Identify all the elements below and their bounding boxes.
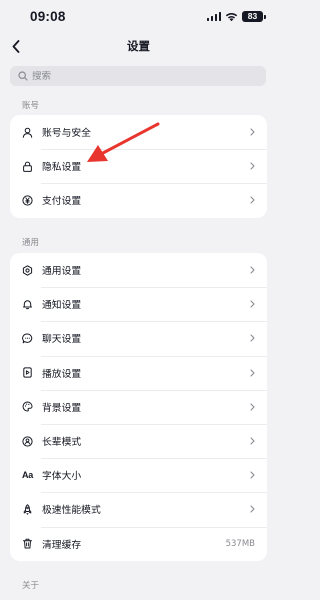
chevron-right-icon	[249, 265, 255, 275]
settings-item-label: 极速性能模式	[42, 505, 101, 517]
settings-item-label: 隐私设置	[42, 162, 82, 174]
status-bar: 09:08 83	[0, 0, 277, 34]
elder-mode-icon	[22, 435, 33, 447]
settings-item-background[interactable]: 背景设置	[10, 389, 267, 424]
lock-icon	[22, 161, 33, 172]
battery-icon: 83	[242, 11, 266, 22]
chevron-right-icon	[249, 127, 255, 137]
settings-item-label: 账号与安全	[42, 128, 91, 140]
chevron-right-icon	[249, 470, 255, 480]
status-icons: 83	[206, 11, 266, 22]
search-input[interactable]	[32, 70, 232, 82]
nav-bar: 设置	[0, 34, 277, 58]
settings-item-privacy[interactable]: 隐私设置	[10, 149, 267, 183]
chat-bubble-icon	[22, 333, 33, 344]
search-bar[interactable]	[10, 66, 266, 86]
user-icon	[22, 127, 33, 138]
wifi-icon	[225, 12, 238, 21]
chevron-right-icon	[249, 333, 255, 343]
settings-item-elder-mode[interactable]: 长辈模式	[10, 423, 267, 458]
account-settings-card: 账号与安全 隐私设置 支付设置	[10, 115, 267, 218]
settings-item-label: 播放设置	[42, 368, 82, 380]
section-title-account: 账号	[22, 101, 40, 111]
settings-item-clear-cache[interactable]: 清理缓存 537MB	[10, 526, 267, 561]
settings-item-chat[interactable]: 聊天设置	[10, 321, 267, 355]
settings-item-label: 字体大小	[42, 471, 82, 483]
settings-item-notification[interactable]: 通知设置	[10, 287, 267, 321]
yen-coin-icon	[22, 195, 33, 206]
rocket-icon	[22, 504, 33, 515]
settings-item-performance-mode[interactable]: 极速性能模式	[10, 492, 267, 526]
settings-item-playback[interactable]: 播放设置	[10, 355, 267, 390]
settings-item-label: 长辈模式	[42, 437, 82, 449]
search-icon	[18, 71, 28, 81]
signal-icon	[206, 12, 221, 21]
chevron-right-icon	[249, 504, 255, 514]
settings-item-label: 通用设置	[42, 266, 82, 278]
trash-icon	[22, 538, 33, 549]
section-title-general: 通用	[22, 238, 40, 248]
cache-size-value: 537MB	[225, 538, 255, 549]
settings-item-label: 通知设置	[42, 300, 82, 312]
chevron-right-icon	[249, 436, 255, 446]
general-settings-card: 通用设置 通知设置 聊天设置 播放设置 背景设置 长辈模式 Aa 字体大小 极速…	[10, 253, 267, 561]
settings-item-label: 支付设置	[42, 196, 82, 208]
play-icon	[22, 367, 33, 378]
chevron-right-icon	[249, 195, 255, 205]
settings-item-general[interactable]: 通用设置	[10, 253, 267, 287]
settings-item-font-size[interactable]: Aa 字体大小	[10, 458, 267, 492]
settings-item-payment[interactable]: 支付设置	[10, 183, 267, 217]
chevron-right-icon	[249, 299, 255, 309]
font-size-icon: Aa	[22, 470, 33, 481]
chevron-right-icon	[249, 402, 255, 412]
palette-icon	[22, 401, 33, 412]
status-time: 09:08	[30, 9, 66, 24]
settings-item-label: 清理缓存	[42, 539, 82, 551]
settings-item-label: 聊天设置	[42, 334, 82, 346]
page-title: 设置	[127, 39, 150, 53]
chevron-right-icon	[249, 368, 255, 378]
section-title-about: 关于	[22, 581, 40, 591]
chevron-right-icon	[249, 161, 255, 171]
settings-item-account-security[interactable]: 账号与安全	[10, 115, 267, 149]
bell-icon	[22, 299, 33, 310]
settings-item-label: 背景设置	[42, 402, 82, 414]
gear-icon	[22, 264, 33, 276]
